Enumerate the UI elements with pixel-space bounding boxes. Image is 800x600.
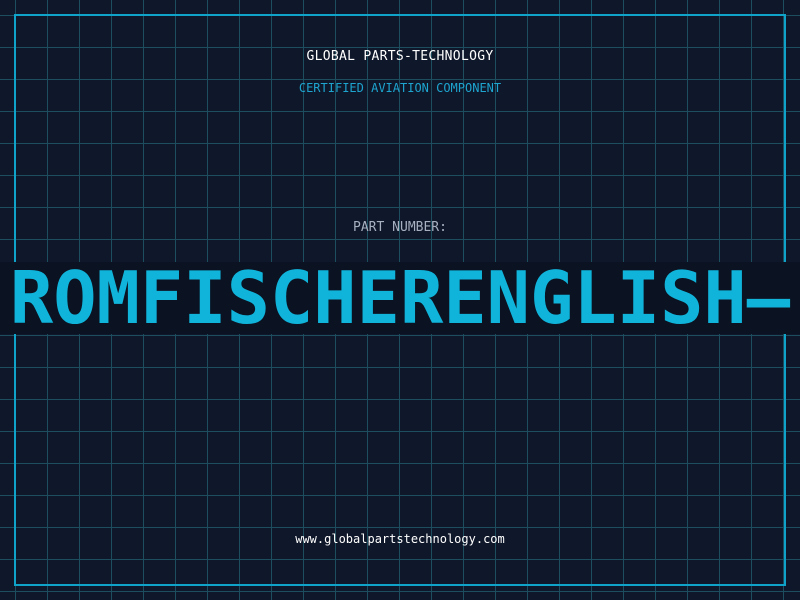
part-number-value: ROMFISCHERENGLISH— xyxy=(9,262,791,334)
company-name: GLOBAL PARTS-TECHNOLOGY xyxy=(306,49,494,64)
part-number-band: ROMFISCHERENGLISH— xyxy=(0,262,800,334)
certification-subtitle: CERTIFIED AVIATION COMPONENT xyxy=(298,81,502,95)
website-url: www.globalpartstechnology.com xyxy=(295,532,505,546)
part-number-label: PART NUMBER: xyxy=(353,220,447,235)
